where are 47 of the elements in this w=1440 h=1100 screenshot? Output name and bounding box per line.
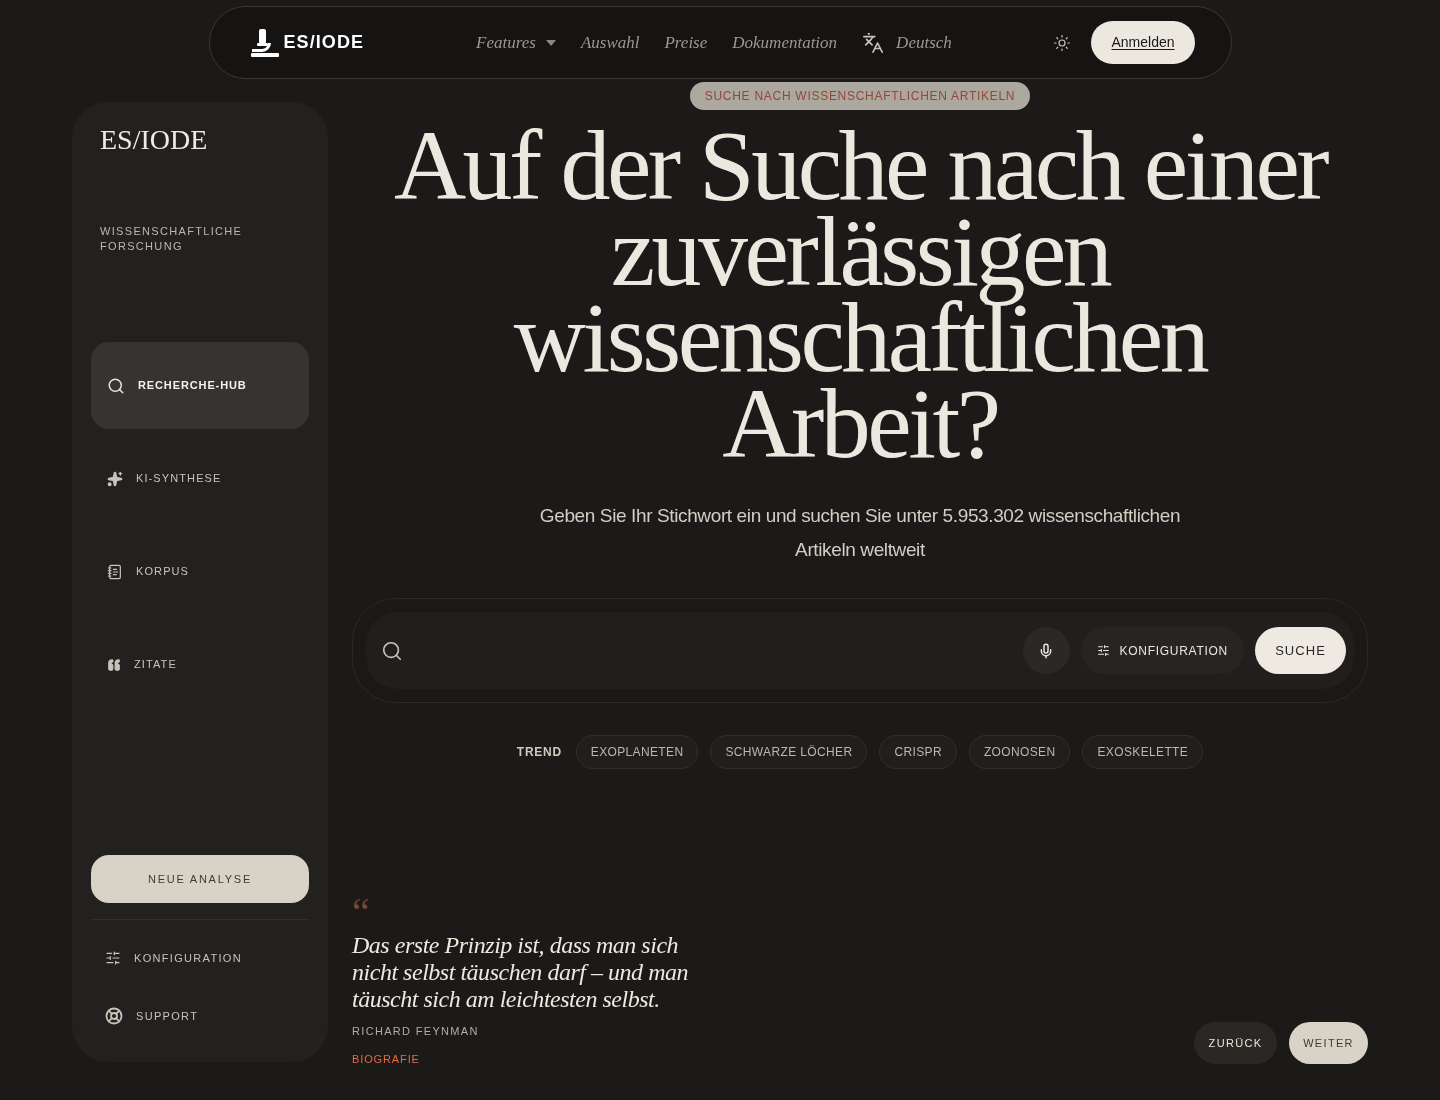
- new-analysis-button[interactable]: NEUE ANALYSE: [91, 855, 309, 903]
- sidebar-nav-item[interactable]: ZITATE: [91, 621, 309, 708]
- sidebar-footer-link[interactable]: SUPPORT: [91, 996, 309, 1036]
- back-button[interactable]: ZURÜCK: [1194, 1022, 1277, 1064]
- lifebuoy-icon: [105, 1007, 123, 1025]
- quote-author: RICHARD FEYNMAN: [352, 1024, 479, 1039]
- trend-tag[interactable]: EXOSKELETTE: [1082, 735, 1204, 769]
- configuration-button[interactable]: KONFIGURATION: [1080, 627, 1244, 674]
- sidebar-footer-link[interactable]: KONFIGURATION: [91, 938, 309, 978]
- trend-tag[interactable]: SCHWARZE LÖCHER: [710, 735, 868, 769]
- sidebar-nav-item[interactable]: KI-SYNTHESE: [91, 435, 309, 522]
- notebook-icon: [107, 563, 123, 580]
- trend-tag[interactable]: CRISPR: [879, 735, 957, 769]
- sidebar-nav-item[interactable]: KORPUS: [91, 528, 309, 615]
- logo-text: ES/IODE: [283, 31, 365, 54]
- sliders-icon: [105, 950, 121, 966]
- biography-link[interactable]: BIOGRAFIE: [352, 1050, 420, 1067]
- microscope-logo-icon: [249, 27, 280, 58]
- microphone-button[interactable]: [1022, 627, 1070, 674]
- trend-tag[interactable]: EXOPLANETEN: [575, 735, 699, 769]
- search-icon: [107, 376, 125, 395]
- trend-tag[interactable]: ZOONOSEN: [968, 735, 1071, 769]
- search-icon: [381, 639, 403, 662]
- nav-link[interactable]: Dokumentation: [732, 29, 838, 56]
- nav-link[interactable]: Auswahl: [580, 29, 640, 56]
- section-badge: SUCHE NACH WISSENSCHAFTLICHEN ARTIKELN: [689, 82, 1031, 110]
- sidebar-nav-item[interactable]: RECHERCHE-HUB: [91, 342, 309, 429]
- search-button[interactable]: SUCHE: [1255, 627, 1346, 674]
- quote-icon: [107, 657, 121, 672]
- login-button[interactable]: Anmelden: [1091, 21, 1195, 64]
- caret-icon: [545, 39, 556, 46]
- hero-heading: Auf der Suche nach einer zuverlässigen wissenschaftlichen Arbeit?: [392, 123, 1328, 467]
- quote-mark: “: [352, 893, 370, 915]
- sun-icon[interactable]: [1053, 33, 1072, 52]
- trend-label: TREND: [516, 744, 562, 761]
- quote-text: Das erste Prinzip ist, dass man sich nicht selbst täuschen darf – und man täuscht sich am leichtesten selbst.: [352, 932, 690, 1013]
- sparkles-icon: [107, 470, 123, 487]
- sliders-icon: [1096, 644, 1110, 657]
- nav-dropdown[interactable]: Features: [476, 29, 556, 56]
- language-selector[interactable]: Deutsch: [862, 29, 952, 56]
- sidebar-tagline: WISSENSCHAFTLICHE FORSCHUNG: [100, 224, 244, 254]
- translate-icon: [862, 31, 885, 54]
- hero-subtitle: Geben Sie Ihr Stichwort ein und suchen Sie unter 5.953.302 wissenschaftlichen Artikeln weltweit: [538, 504, 1182, 562]
- next-button[interactable]: WEITER: [1289, 1022, 1368, 1064]
- nav-link[interactable]: Preise: [664, 29, 708, 56]
- sidebar-brand: ES/IODE: [100, 126, 208, 154]
- microphone-icon: [1038, 642, 1054, 659]
